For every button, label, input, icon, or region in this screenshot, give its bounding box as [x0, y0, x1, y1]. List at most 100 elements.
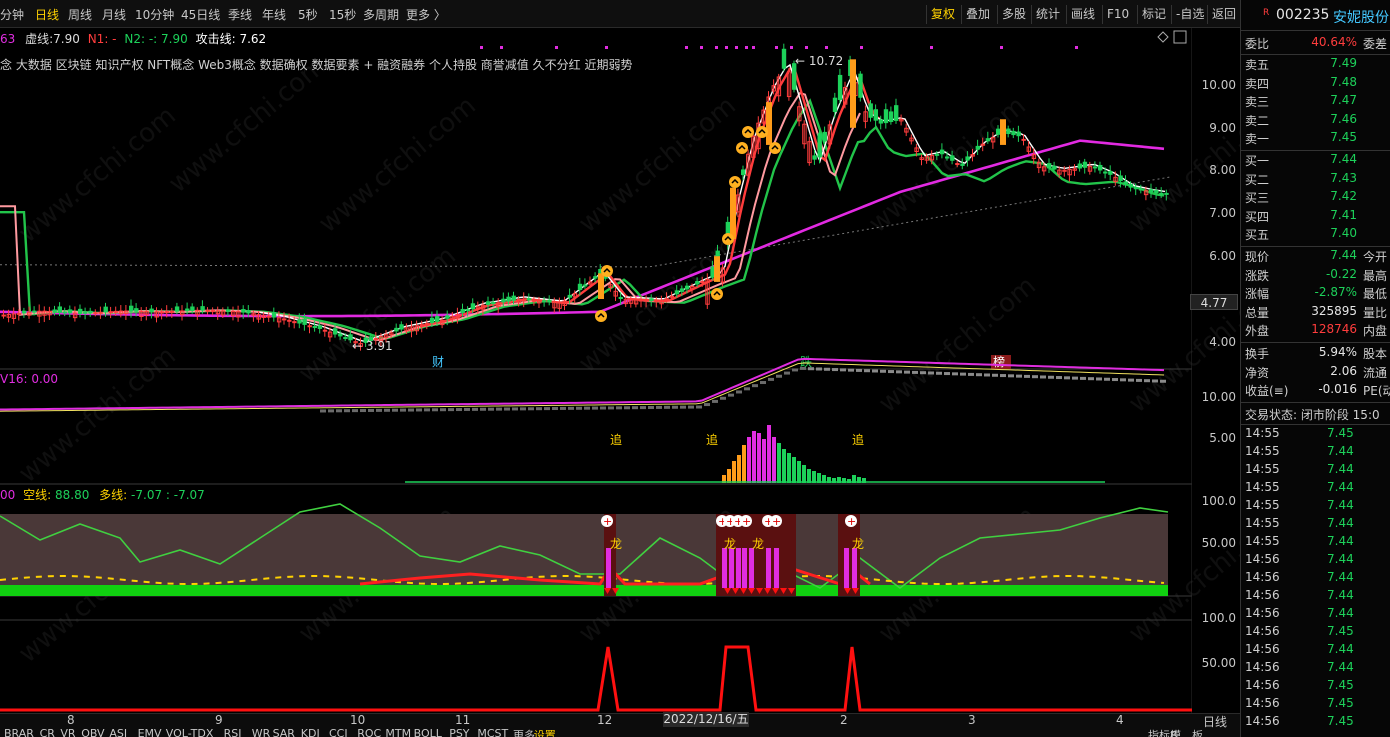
indicator-tab[interactable]: ASI — [109, 727, 127, 737]
vol-grey-dash — [1000, 374, 1006, 378]
indicator-tab[interactable]: ROC — [357, 727, 381, 737]
stat-row: 总量 325895 量比 — [1241, 304, 1390, 322]
vol-grey-dash — [736, 390, 742, 394]
marker-dot — [790, 46, 793, 49]
volume-bar — [752, 431, 756, 483]
vol-grey-dash — [840, 368, 846, 372]
vol-grey-dash — [672, 405, 678, 409]
vol-grey-dash — [632, 406, 638, 410]
indicator-tab[interactable]: CR — [40, 727, 55, 737]
period-15s[interactable]: 15秒 — [329, 6, 356, 23]
indicator-tab[interactable]: BOLL — [414, 727, 442, 737]
signal-circle — [722, 233, 734, 245]
indicator-tab[interactable]: CCI — [329, 727, 348, 737]
watchlist-button[interactable]: -自选 — [1171, 5, 1208, 24]
candle — [394, 327, 399, 332]
stat-row-right: 内盘 — [1363, 324, 1388, 338]
indicator-tab[interactable]: OBV — [81, 727, 104, 737]
bid-row-label: 买二 — [1245, 172, 1270, 187]
highlight-candle — [850, 59, 856, 128]
candle — [297, 319, 302, 324]
date-label: 12 — [597, 713, 613, 727]
marker-dot — [555, 46, 558, 49]
period-10min[interactable]: 10分钟 — [135, 6, 174, 23]
mark-button[interactable]: 标记 — [1137, 5, 1170, 24]
vol-grey-dash — [576, 406, 582, 410]
indicator-tab[interactable]: SAR — [273, 727, 295, 737]
kline-chart[interactable]: ← 10.72← 3.91财跌榜追追追+ ++++ ++ +龙龙龙龙 — [0, 28, 1192, 713]
stat2-row-right: 股本 — [1363, 347, 1388, 361]
indicator-tab[interactable]: 模 — [1170, 727, 1181, 737]
indicator-tab[interactable]: WR — [252, 727, 271, 737]
stats-button[interactable]: 统计 — [1031, 5, 1064, 24]
candle — [113, 310, 119, 313]
candle — [134, 308, 139, 312]
candle — [1082, 161, 1088, 168]
stat-row-value: 7.44 — [1330, 248, 1357, 262]
indicator-tab[interactable]: MCST — [477, 727, 508, 737]
indicator-tab[interactable]: BRAR — [4, 727, 34, 737]
vol-grey-dash — [1152, 379, 1158, 383]
vol-grey-dash — [1136, 378, 1142, 382]
vol-grey-dash — [376, 408, 382, 412]
tick-price: 7.44 — [1327, 570, 1354, 584]
tick-row: 14:55 7.44 — [1241, 480, 1390, 498]
vol-grey-dash — [1088, 377, 1094, 381]
period-daily[interactable]: 日线 — [35, 6, 59, 23]
indicator-tab[interactable]: VR — [60, 727, 75, 737]
period-multi[interactable]: 多周期 — [363, 6, 399, 23]
indicator-tab[interactable]: RSI — [224, 727, 242, 737]
period-quarter[interactable]: 季线 — [228, 6, 252, 23]
high-price-label: ← 10.72 — [795, 54, 843, 68]
period-45day[interactable]: 45日线 — [181, 6, 220, 23]
candle — [465, 309, 471, 312]
indicator-tab[interactable]: MTM — [385, 727, 411, 737]
candle — [32, 310, 37, 313]
indicator-tab[interactable]: VOL-TDX — [166, 727, 214, 737]
candle — [822, 131, 827, 142]
period-5s[interactable]: 5秒 — [298, 6, 318, 23]
tick-row: 14:56 7.44 — [1241, 642, 1390, 660]
vol-grey-dash — [568, 406, 574, 410]
highlight-candle — [598, 273, 604, 299]
indicator-tab[interactable]: PSY — [449, 727, 469, 737]
ask-row-label: 卖一 — [1245, 132, 1270, 146]
stock-code: 002235 — [1276, 7, 1330, 23]
period-weekly[interactable]: 周线 — [68, 6, 92, 23]
period-year[interactable]: 年线 — [262, 6, 286, 23]
bid-row-label: 买五 — [1245, 228, 1270, 242]
back-button[interactable]: 返回 — [1207, 5, 1240, 24]
period-more[interactable]: 更多 〉 — [406, 6, 446, 23]
candle — [883, 109, 889, 124]
vol-grey-dash — [696, 405, 702, 409]
indicator-tab[interactable]: 设置 — [534, 727, 556, 737]
indicator-tab[interactable]: EMV — [138, 727, 162, 737]
vol-grey-dash — [440, 408, 446, 412]
volume-bar — [757, 433, 761, 483]
stat-row-label: 现价 — [1245, 250, 1270, 264]
overlay-button[interactable]: 叠加 — [961, 5, 994, 24]
bottom-period-label[interactable]: 日线 — [1203, 713, 1227, 730]
candle — [618, 296, 623, 299]
candle — [322, 329, 328, 332]
vol-grey-dash — [392, 408, 398, 412]
signal-bar — [852, 548, 857, 588]
indicator-tab[interactable]: KDJ — [301, 727, 320, 737]
vol-grey-dash — [952, 372, 958, 376]
tick-price: 7.44 — [1327, 444, 1354, 458]
indicator-tab[interactable]: 更多 — [513, 727, 535, 737]
plus-icon: + — [772, 515, 781, 528]
indicator-tab[interactable]: 板 — [1192, 727, 1203, 737]
period-minute[interactable]: 分钟 — [0, 6, 24, 23]
vol-grey-dash — [1032, 375, 1038, 379]
bid-row-value: 7.40 — [1330, 226, 1357, 240]
vol-grey-dash — [512, 407, 518, 411]
period-monthly[interactable]: 月线 — [102, 6, 126, 23]
signal-circle — [601, 265, 613, 277]
multi-stock-button[interactable]: 多股 — [997, 5, 1030, 24]
candle — [67, 309, 73, 314]
draw-line-button[interactable]: 画线 — [1066, 5, 1099, 24]
candle — [649, 298, 654, 302]
fuquan-button[interactable]: 复权 — [926, 5, 959, 24]
f10-button[interactable]: F10 — [1102, 5, 1133, 24]
